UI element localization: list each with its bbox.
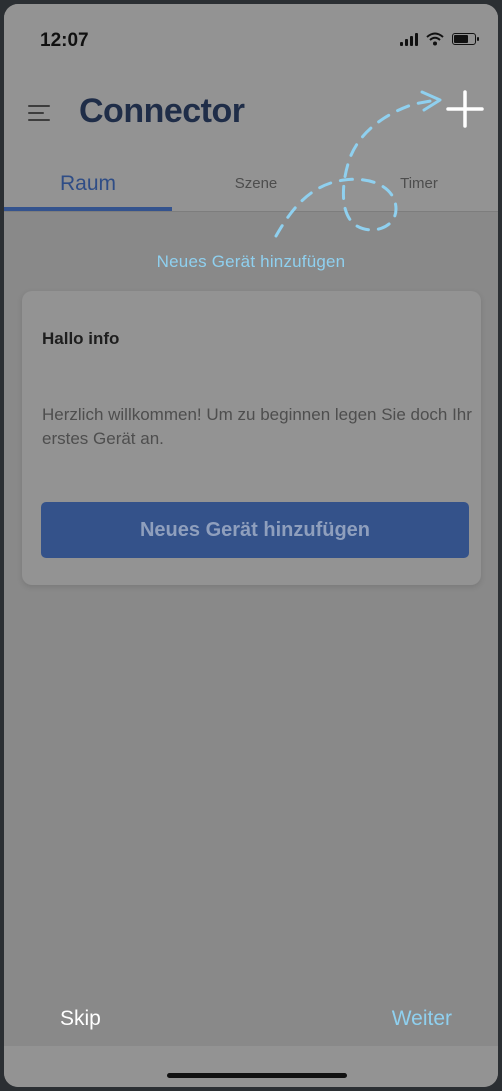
home-indicator[interactable] xyxy=(167,1073,347,1078)
plus-icon[interactable] xyxy=(440,84,490,134)
status-bar: 12:07 xyxy=(4,4,498,74)
skip-button[interactable]: Skip xyxy=(60,1007,101,1031)
coach-hint-text: Neues Gerät hinzufügen xyxy=(156,252,346,271)
battery-icon xyxy=(452,33,479,45)
tab-timer[interactable]: Timer xyxy=(340,164,498,212)
add-device-button[interactable]: Neues Gerät hinzufügen xyxy=(41,502,469,558)
wifi-icon xyxy=(426,32,444,46)
tab-raum[interactable]: Raum xyxy=(4,164,172,212)
tab-bar: Raum Szene Timer xyxy=(4,164,498,212)
status-time: 12:07 xyxy=(40,30,89,51)
bottom-bar xyxy=(4,1046,498,1087)
welcome-card: Hallo info Herzlich willkommen! Um zu be… xyxy=(22,291,481,585)
status-icons xyxy=(400,32,479,46)
card-title: Hallo info xyxy=(42,329,120,348)
app-screen: 12:07 Connector Raum Szene Timer Neues G… xyxy=(4,4,498,1087)
card-text: Herzlich willkommen! Um zu beginnen lege… xyxy=(42,405,472,448)
next-button[interactable]: Weiter xyxy=(392,1007,452,1031)
cellular-signal-icon xyxy=(400,32,418,46)
tab-szene[interactable]: Szene xyxy=(172,164,340,212)
app-header: Connector xyxy=(4,74,498,170)
hamburger-menu-icon[interactable] xyxy=(28,104,50,122)
active-tab-indicator xyxy=(4,207,172,211)
app-title: Connector xyxy=(79,92,245,130)
